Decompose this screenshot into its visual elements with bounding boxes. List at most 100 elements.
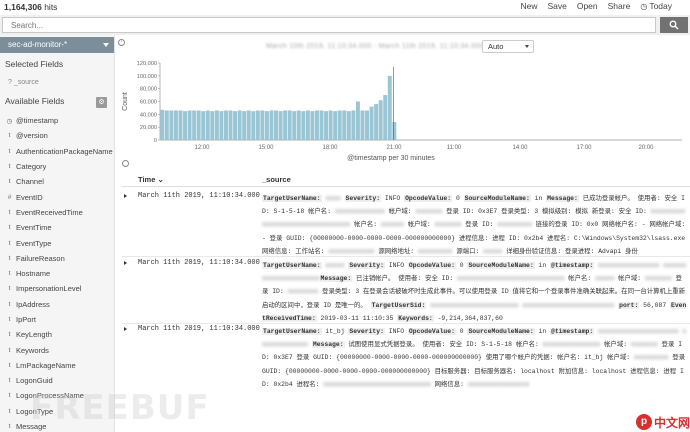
interval-select[interactable]: Auto xyxy=(482,40,534,53)
field-item[interactable]: t EventTime xyxy=(0,220,114,235)
histogram-chart[interactable]: Count 0 20,000 40,000 60,000 80,000 100,000 120… xyxy=(116,55,690,170)
field-item[interactable]: t EventType xyxy=(0,235,114,250)
gear-icon[interactable]: ⚙ xyxy=(96,97,107,108)
histogram-bar[interactable] xyxy=(360,110,365,140)
histogram-bar[interactable] xyxy=(287,110,292,140)
histogram-bar[interactable] xyxy=(237,110,242,140)
histogram-bar[interactable] xyxy=(292,111,297,140)
histogram-bar[interactable] xyxy=(355,101,360,141)
field-item[interactable]: t ImpersonationLevel xyxy=(0,281,114,296)
histogram-bar[interactable] xyxy=(337,110,342,140)
histogram-bar[interactable] xyxy=(255,110,260,140)
histogram-bar[interactable] xyxy=(383,95,388,140)
field-name: IpPort xyxy=(16,315,37,324)
field-item[interactable]: ◷ @timestamp xyxy=(0,113,114,128)
save-button[interactable]: Save xyxy=(547,1,566,11)
histogram-bar[interactable] xyxy=(351,110,356,140)
field-item[interactable]: t EventReceivedTime xyxy=(0,205,114,220)
expand-row-icon[interactable] xyxy=(124,261,127,265)
histogram-bar[interactable] xyxy=(378,100,383,140)
histogram-bar[interactable] xyxy=(224,110,228,140)
field-item[interactable]: t @version xyxy=(0,128,114,143)
index-pattern-select[interactable]: sec-ad-monitor-* xyxy=(0,37,114,53)
histogram-bar[interactable] xyxy=(296,110,301,140)
histogram-bar[interactable] xyxy=(187,110,192,140)
histogram-bar[interactable] xyxy=(219,111,224,140)
histogram-bar[interactable] xyxy=(233,111,238,140)
row-source: TargetUserName: xxxx Severity: INFO Opco… xyxy=(262,192,688,258)
histogram-bar[interactable] xyxy=(160,109,165,140)
histogram-bar[interactable] xyxy=(196,110,201,140)
field-item[interactable]: t Channel xyxy=(0,174,114,189)
time-picker-button[interactable]: ◷ Today xyxy=(640,1,672,11)
histogram-bar[interactable] xyxy=(283,110,288,140)
histogram-bar[interactable] xyxy=(246,110,251,140)
histogram-bar[interactable] xyxy=(324,111,329,140)
share-button[interactable]: Share xyxy=(608,1,631,11)
histogram-bar[interactable] xyxy=(387,75,392,140)
histogram-bar[interactable] xyxy=(365,110,369,140)
histogram-bar[interactable] xyxy=(333,111,338,140)
redacted-value: xxxxxxxxxxxxxxxx xyxy=(594,262,664,269)
histogram-bar[interactable] xyxy=(342,110,347,140)
collapse-sidebar-icon[interactable]: ‹ xyxy=(118,39,125,46)
histogram-bar[interactable] xyxy=(274,110,278,140)
search-input[interactable] xyxy=(2,17,656,33)
field-item[interactable]: t FailureReason xyxy=(0,251,114,266)
field-item[interactable]: t LogonGuid xyxy=(0,373,114,388)
time-column-header[interactable]: Time ⌄ xyxy=(138,175,164,184)
histogram-bar[interactable] xyxy=(169,110,174,140)
search-button[interactable] xyxy=(660,17,688,33)
redacted-value: xxxxxxxxxxxxxxxxxxxxxxxxxxxx xyxy=(457,275,565,283)
histogram-bar[interactable] xyxy=(205,110,210,140)
kibana-discover: 1,164,306 hits New Save Open Share ◷ Toda… xyxy=(0,0,690,432)
histogram-bar[interactable] xyxy=(178,110,183,140)
histogram-bar[interactable] xyxy=(210,111,215,140)
histogram-bar[interactable] xyxy=(214,110,219,140)
histogram-bar[interactable] xyxy=(310,111,315,140)
histogram-bar[interactable] xyxy=(319,110,324,140)
histogram-bar[interactable] xyxy=(251,111,256,140)
open-button[interactable]: Open xyxy=(577,1,598,11)
field-item[interactable]: # EventID xyxy=(0,189,114,204)
histogram-bar[interactable] xyxy=(315,110,319,140)
histogram-bar[interactable] xyxy=(374,104,379,140)
histogram-bar[interactable] xyxy=(201,111,206,140)
redacted-value: xxxx xyxy=(321,195,345,202)
histogram-bar[interactable] xyxy=(392,122,397,140)
new-button[interactable]: New xyxy=(520,1,537,11)
histogram-bar[interactable] xyxy=(192,110,197,140)
field-item[interactable]: t Category xyxy=(0,159,114,174)
histogram-bar[interactable] xyxy=(278,111,283,140)
field-item[interactable]: t Keywords xyxy=(0,342,114,357)
field-item[interactable]: t LmPackageName xyxy=(0,358,114,373)
histogram-bar[interactable] xyxy=(328,110,333,140)
expand-row-icon[interactable] xyxy=(124,327,127,331)
expand-row-icon[interactable] xyxy=(124,194,127,198)
histogram-bar[interactable] xyxy=(183,111,187,140)
field-name: KeyLength xyxy=(16,330,52,340)
field-item[interactable]: t IpPort xyxy=(0,312,114,327)
histogram-bar[interactable] xyxy=(260,110,265,140)
histogram-bar[interactable] xyxy=(264,111,269,140)
histogram-bar[interactable] xyxy=(269,110,274,140)
histogram-bar[interactable] xyxy=(242,111,247,140)
source-value: -9,214,364,837,60 xyxy=(433,314,503,322)
source-value: in xyxy=(534,262,551,269)
histogram-bar[interactable] xyxy=(305,110,310,140)
field-item[interactable]: t KeyLength xyxy=(0,327,114,342)
field-item[interactable]: t AuthenticationPackageName xyxy=(0,144,114,159)
source-field[interactable]: ? _source xyxy=(8,79,39,86)
histogram-bar[interactable] xyxy=(346,111,351,140)
histogram-bar[interactable] xyxy=(228,110,233,140)
field-item[interactable]: t Hostname xyxy=(0,266,114,281)
histogram-bar[interactable] xyxy=(173,110,178,140)
field-item[interactable]: t IpAddress xyxy=(0,297,114,312)
histogram-bar[interactable] xyxy=(301,111,306,140)
histogram-bar[interactable] xyxy=(369,106,374,140)
histogram-bar[interactable] xyxy=(164,110,169,140)
source-key: OpcodeValue: xyxy=(407,328,456,335)
field-name: Hostname xyxy=(16,269,51,279)
chart-toggle-icon[interactable] xyxy=(122,160,129,167)
y-tick-label: 20,000 xyxy=(140,125,157,131)
